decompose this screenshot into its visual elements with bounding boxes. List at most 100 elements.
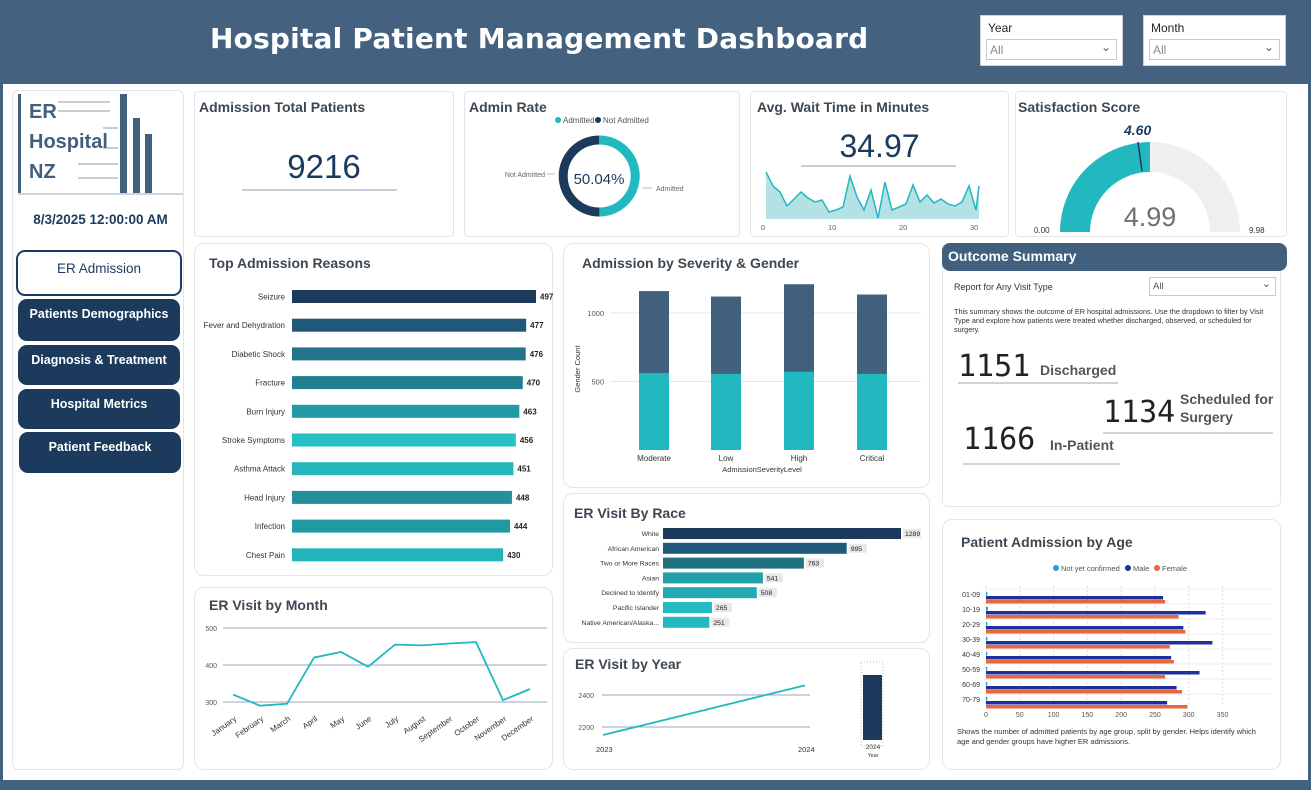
nav-diagnosis-treatment[interactable]: Diagnosis & Treatment xyxy=(18,345,180,385)
nav-patient-feedback[interactable]: Patient Feedback xyxy=(19,432,181,473)
race-value-label: 1289 xyxy=(905,531,920,538)
reason-bar[interactable] xyxy=(292,376,523,390)
month-dropdown[interactable]: All ⌄ xyxy=(1149,39,1280,60)
age-bar-0[interactable] xyxy=(986,607,989,611)
age-bar-2[interactable] xyxy=(986,660,1174,664)
age-bar-2[interactable] xyxy=(986,705,1188,709)
month-line[interactable] xyxy=(232,641,531,707)
age-bar-1[interactable] xyxy=(986,701,1168,705)
month-dropdown-value: All xyxy=(1153,43,1167,57)
age-bar-2[interactable] xyxy=(986,645,1170,649)
admin-rate-card: Admin Rate Admitted Not Admitted 50.04% … xyxy=(464,91,740,237)
race-bar[interactable] xyxy=(663,602,712,613)
age-category-label: 40-49 xyxy=(962,652,980,659)
age-bar-2[interactable] xyxy=(986,690,1182,694)
severity-bar-lower[interactable] xyxy=(784,371,814,450)
race-bar[interactable] xyxy=(663,542,847,554)
race-bar[interactable] xyxy=(663,587,757,599)
wait-axis-tick: 20 xyxy=(899,223,907,232)
year-bar[interactable] xyxy=(863,675,882,740)
gauge-min: 0.00 xyxy=(1034,226,1050,235)
nav-patients-demographics[interactable]: Patients Demographics xyxy=(18,299,180,341)
race-category-label: Two or More Races xyxy=(600,561,660,568)
age-bar-1[interactable] xyxy=(986,656,1172,660)
visit-type-dropdown[interactable]: All ⌄ xyxy=(1149,277,1276,296)
kpi-underline xyxy=(242,189,397,191)
year-dropdown[interactable]: All ⌄ xyxy=(986,39,1117,60)
severity-bar-lower[interactable] xyxy=(639,373,669,450)
reason-bar[interactable] xyxy=(292,433,516,447)
reason-bar[interactable] xyxy=(292,548,504,562)
severity-xlabel: AdmissionSeverityLevel xyxy=(722,465,802,474)
age-bar-0[interactable] xyxy=(986,637,988,641)
severity-category-label: High xyxy=(791,454,807,463)
surgery-value: 1134 xyxy=(1103,395,1176,430)
reason-bar[interactable] xyxy=(292,404,520,418)
year-line[interactable] xyxy=(602,684,806,736)
age-legend-dot xyxy=(1154,565,1160,571)
reason-bar[interactable] xyxy=(292,318,527,332)
age-bar-0[interactable] xyxy=(986,667,988,671)
nav-er-admission[interactable]: ER Admission xyxy=(16,250,182,296)
severity-bar-upper[interactable] xyxy=(857,294,887,374)
nav-hospital-metrics[interactable]: Hospital Metrics xyxy=(18,389,180,429)
chevron-down-icon: ⌄ xyxy=(1261,278,1271,290)
surgery-label-line2: Surgery xyxy=(1180,409,1233,425)
age-bar-1[interactable] xyxy=(986,626,1184,630)
reason-bar[interactable] xyxy=(292,519,510,533)
month-ytick: 400 xyxy=(205,663,217,670)
age-bar-2[interactable] xyxy=(986,630,1186,634)
age-bar-1[interactable] xyxy=(986,686,1177,690)
age-bar-0[interactable] xyxy=(986,697,988,701)
age-category-label: 50-59 xyxy=(962,667,980,674)
severity-bar-lower[interactable] xyxy=(857,373,887,450)
donut-center-value: 50.04% xyxy=(574,171,625,188)
age-legend-dot xyxy=(1125,565,1131,571)
outcome-title: Outcome Summary xyxy=(948,248,1077,264)
age-legend-label: Not yet confirmed xyxy=(1061,564,1120,573)
gauge-target-value: 4.60 xyxy=(1123,122,1151,138)
severity-bar-lower[interactable] xyxy=(711,373,741,450)
age-category-label: 60-69 xyxy=(962,682,980,689)
top-reasons-chart: Seizure 497 Fever and Dehydration 477 Diabet… xyxy=(204,290,554,562)
race-bar[interactable] xyxy=(663,528,901,539)
age-category-label: 20-29 xyxy=(962,622,980,629)
age-bar-1[interactable] xyxy=(986,611,1206,615)
age-xtick: 300 xyxy=(1183,712,1195,719)
reason-value-label: 444 xyxy=(514,522,528,531)
age-bar-1[interactable] xyxy=(986,671,1200,675)
reason-category-label: Head Injury xyxy=(244,493,285,502)
race-bar[interactable] xyxy=(663,572,763,584)
age-bar-2[interactable] xyxy=(986,600,1166,604)
reason-category-label: Burn Injury xyxy=(246,407,285,416)
logo-line3: NZ xyxy=(29,161,56,183)
age-bar-1[interactable] xyxy=(986,641,1213,645)
reason-bar[interactable] xyxy=(292,490,512,504)
age-bar-0[interactable] xyxy=(986,592,988,596)
race-card: ER Visit By Race White 1289 African Americ… xyxy=(563,493,930,643)
wait-axis-tick: 30 xyxy=(970,223,978,232)
age-xtick: 200 xyxy=(1115,712,1127,719)
month-slicer[interactable]: Month All ⌄ xyxy=(1143,15,1286,66)
age-bar-0[interactable] xyxy=(986,652,988,656)
age-xtick: 150 xyxy=(1082,712,1094,719)
admission-total-title: Admission Total Patients xyxy=(199,99,366,115)
age-bar-0[interactable] xyxy=(986,622,988,626)
reason-bar[interactable] xyxy=(292,290,536,303)
reason-bar[interactable] xyxy=(292,347,526,361)
year-slicer[interactable]: Year All ⌄ xyxy=(980,15,1123,66)
severity-bar-upper[interactable] xyxy=(784,284,814,372)
reason-category-label: Stroke Symptoms xyxy=(222,436,285,445)
race-bar[interactable] xyxy=(663,616,710,628)
severity-bar-upper[interactable] xyxy=(639,291,669,374)
age-bar-2[interactable] xyxy=(986,615,1179,619)
age-bar-0[interactable] xyxy=(986,682,988,686)
race-bar[interactable] xyxy=(663,557,804,569)
year-bar-axis-label: Year xyxy=(867,753,878,759)
severity-ylabel: Gender Count xyxy=(573,345,582,393)
wait-axis-tick: 0 xyxy=(761,223,765,232)
reason-bar[interactable] xyxy=(292,462,514,476)
age-bar-2[interactable] xyxy=(986,675,1166,679)
age-bar-1[interactable] xyxy=(986,596,1164,600)
severity-bar-upper[interactable] xyxy=(711,296,741,374)
